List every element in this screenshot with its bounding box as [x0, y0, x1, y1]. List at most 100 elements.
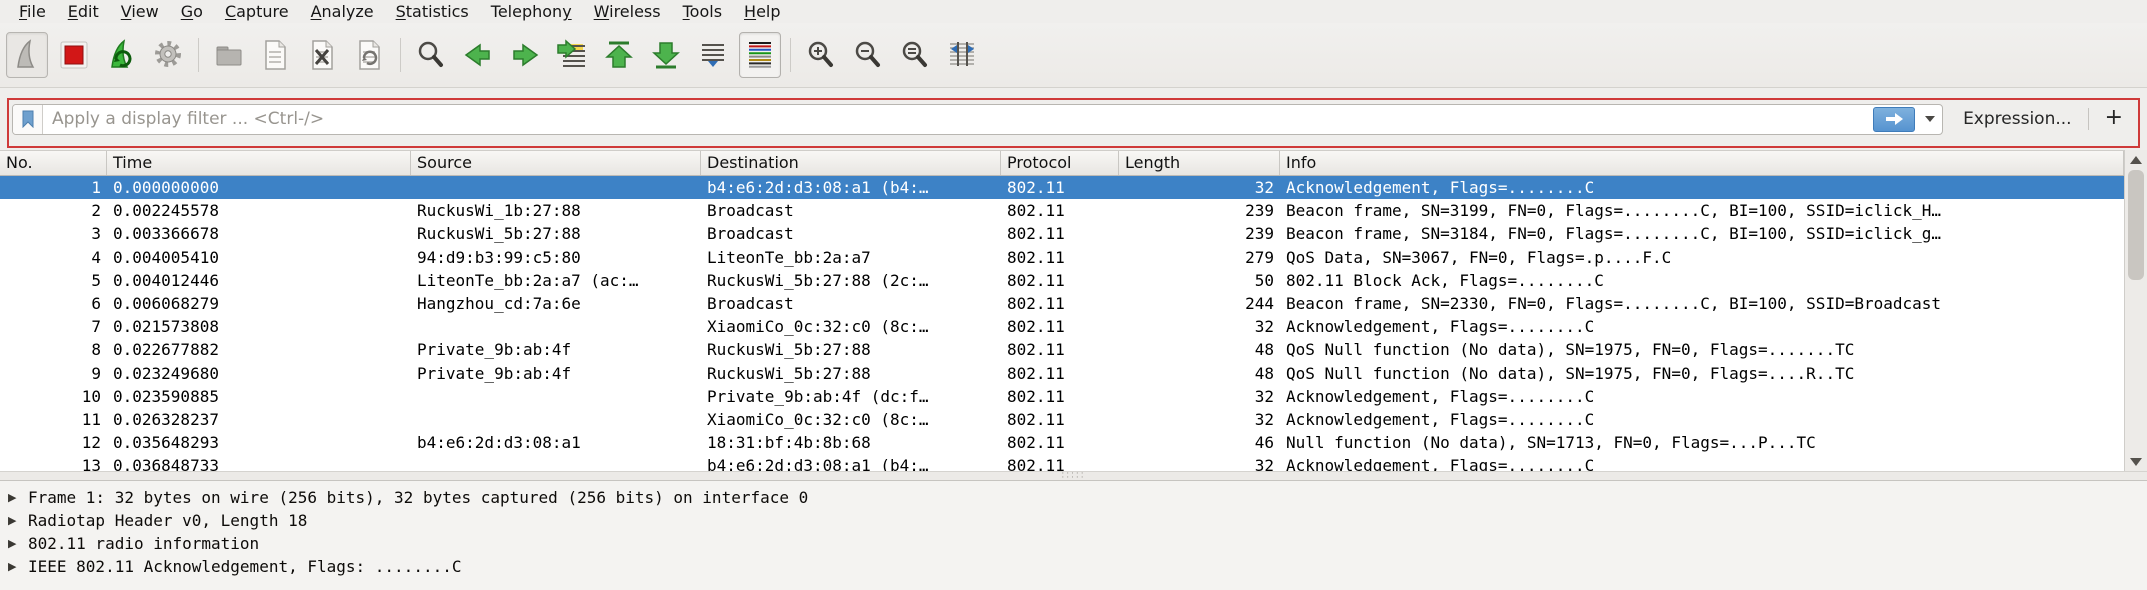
restart-capture-button[interactable]: [100, 32, 142, 78]
scrollbar-thumb[interactable]: [2128, 170, 2144, 280]
find-packet-button[interactable]: [410, 32, 452, 78]
column-header-destination[interactable]: Destination: [701, 151, 1001, 175]
menu-item-tools[interactable]: Tools: [672, 1, 733, 22]
cell-info: 802.11 Block Ack, Flags=........C: [1280, 269, 2124, 292]
capture-options-gear-button[interactable]: [147, 32, 189, 78]
go-forward-button[interactable]: [504, 32, 546, 78]
zoom-in-icon: [804, 38, 838, 72]
column-header-protocol[interactable]: Protocol: [1001, 151, 1119, 175]
detail-tree-row[interactable]: ▶IEEE 802.11 Acknowledgement, Flags: ...…: [0, 555, 2147, 578]
packet-details-pane: ▶Frame 1: 32 bytes on wire (256 bits), 3…: [0, 481, 2147, 590]
pane-splitter[interactable]: ··········: [0, 471, 2147, 481]
resize-columns-icon: [945, 38, 979, 72]
zoom-reset-button[interactable]: [894, 32, 936, 78]
cell-info: Beacon frame, SN=2330, FN=0, Flags=.....…: [1280, 292, 2124, 315]
menu-item-wireless[interactable]: Wireless: [583, 1, 672, 22]
menu-item-file[interactable]: File: [8, 1, 57, 22]
menu-item-statistics[interactable]: Statistics: [385, 1, 480, 22]
find-packet-icon: [414, 38, 448, 72]
packet-row[interactable]: 80.022677882Private_9b:ab:4fRuckusWi_5b:…: [0, 338, 2124, 361]
open-file-folder-button[interactable]: [208, 32, 250, 78]
go-last-packet-button[interactable]: [645, 32, 687, 78]
cell-destination: RuckusWi_5b:27:88 (2c:…: [701, 269, 1001, 292]
packet-row[interactable]: 130.036848733b4:e6:2d:d3:08:a1 (b4:…802.…: [0, 454, 2124, 471]
stop-capture-button[interactable]: [53, 32, 95, 78]
cell-source: RuckusWi_5b:27:88: [411, 222, 701, 245]
menu-item-help[interactable]: Help: [733, 1, 791, 22]
column-header-length[interactable]: Length: [1119, 151, 1280, 175]
splitter-grip-icon: ··········: [1061, 472, 1085, 480]
cell-time: 0.023249680: [107, 362, 411, 385]
cell-info: QoS Null function (No data), SN=1975, FN…: [1280, 338, 2124, 361]
column-header-info[interactable]: Info: [1280, 151, 2124, 175]
close-file-icon: [306, 38, 340, 72]
save-file-button[interactable]: [255, 32, 297, 78]
cell-destination: RuckusWi_5b:27:88: [701, 338, 1001, 361]
packet-row[interactable]: 110.026328237XiaomiCo_0c:32:c0 (8c:…802.…: [0, 408, 2124, 431]
packet-row[interactable]: 40.00400541094:d9:b3:99:c5:80LiteonTe_bb…: [0, 246, 2124, 269]
menu-item-telephony[interactable]: Telephony: [480, 1, 583, 22]
expression-button[interactable]: Expression...: [1963, 109, 2072, 129]
apply-filter-button[interactable]: [1873, 107, 1915, 132]
packet-row[interactable]: 70.021573808XiaomiCo_0c:32:c0 (8c:…802.1…: [0, 315, 2124, 338]
filter-history-dropdown[interactable]: [1918, 105, 1942, 134]
packet-row[interactable]: 20.002245578RuckusWi_1b:27:88Broadcast80…: [0, 199, 2124, 222]
column-header-no[interactable]: No.: [0, 151, 107, 175]
packet-list-scrollbar[interactable]: [2124, 150, 2147, 471]
go-forward-icon: [508, 38, 542, 72]
auto-scroll-icon: [696, 38, 730, 72]
cell-no: 6: [0, 292, 107, 315]
bookmark-icon: [21, 110, 35, 128]
packet-row[interactable]: 100.023590885Private_9b:ab:4f (dc:f…802.…: [0, 385, 2124, 408]
menu-item-analyze[interactable]: Analyze: [300, 1, 385, 22]
colorize-packets-button[interactable]: [739, 32, 781, 78]
cell-protocol: 802.11: [1001, 408, 1119, 431]
column-header-time[interactable]: Time: [107, 151, 411, 175]
triangle-down-icon: [2130, 458, 2142, 466]
go-first-packet-button[interactable]: [598, 32, 640, 78]
main-toolbar: [0, 23, 2147, 88]
packet-row[interactable]: 30.003366678RuckusWi_5b:27:88Broadcast80…: [0, 222, 2124, 245]
zoom-out-button[interactable]: [847, 32, 889, 78]
menu-item-view[interactable]: View: [110, 1, 170, 22]
scrollbar-down-button[interactable]: [2125, 453, 2147, 470]
add-filter-button[interactable]: +: [2103, 105, 2135, 133]
display-filter-input[interactable]: Apply a display filter ... <Ctrl-/>: [12, 104, 1943, 135]
cell-no: 10: [0, 385, 107, 408]
cell-no: 9: [0, 362, 107, 385]
cell-destination: LiteonTe_bb:2a:a7: [701, 246, 1001, 269]
detail-tree-row[interactable]: ▶Radiotap Header v0, Length 18: [0, 509, 2147, 532]
cell-info: QoS Null function (No data), SN=1975, FN…: [1280, 362, 2124, 385]
scrollbar-up-button[interactable]: [2125, 151, 2147, 168]
packet-row[interactable]: 60.006068279Hangzhou_cd:7a:6eBroadcast80…: [0, 292, 2124, 315]
cell-no: 11: [0, 408, 107, 431]
reload-file-button[interactable]: [349, 32, 391, 78]
cell-time: 0.000000000: [107, 176, 411, 199]
save-file-icon: [259, 38, 293, 72]
start-capture-shark-fin-button[interactable]: [6, 32, 48, 78]
menu-item-capture[interactable]: Capture: [214, 1, 300, 22]
packet-row[interactable]: 120.035648293b4:e6:2d:d3:08:a118:31:bf:4…: [0, 431, 2124, 454]
packet-list-pane: No.TimeSourceDestinationProtocolLengthIn…: [0, 150, 2147, 471]
auto-scroll-button[interactable]: [692, 32, 734, 78]
detail-tree-row[interactable]: ▶802.11 radio information: [0, 532, 2147, 555]
cell-length: 50: [1119, 269, 1280, 292]
go-to-packet-button[interactable]: [551, 32, 593, 78]
cell-protocol: 802.11: [1001, 176, 1119, 199]
packet-row[interactable]: 90.023249680Private_9b:ab:4fRuckusWi_5b:…: [0, 362, 2124, 385]
detail-tree-row[interactable]: ▶Frame 1: 32 bytes on wire (256 bits), 3…: [0, 486, 2147, 509]
filter-bookmark-button[interactable]: [13, 105, 43, 134]
cell-time: 0.004012446: [107, 269, 411, 292]
go-back-button[interactable]: [457, 32, 499, 78]
zoom-in-button[interactable]: [800, 32, 842, 78]
menu-item-go[interactable]: Go: [170, 1, 214, 22]
cell-source: [411, 385, 701, 408]
packet-row[interactable]: 10.000000000b4:e6:2d:d3:08:a1 (b4:…802.1…: [0, 176, 2124, 199]
close-file-button[interactable]: [302, 32, 344, 78]
resize-columns-button[interactable]: [941, 32, 983, 78]
column-header-source[interactable]: Source: [411, 151, 701, 175]
menu-item-edit[interactable]: Edit: [57, 1, 110, 22]
cell-destination: b4:e6:2d:d3:08:a1 (b4:…: [701, 176, 1001, 199]
packet-row[interactable]: 50.004012446LiteonTe_bb:2a:a7 (ac:…Rucku…: [0, 269, 2124, 292]
cell-destination: b4:e6:2d:d3:08:a1 (b4:…: [701, 454, 1001, 471]
